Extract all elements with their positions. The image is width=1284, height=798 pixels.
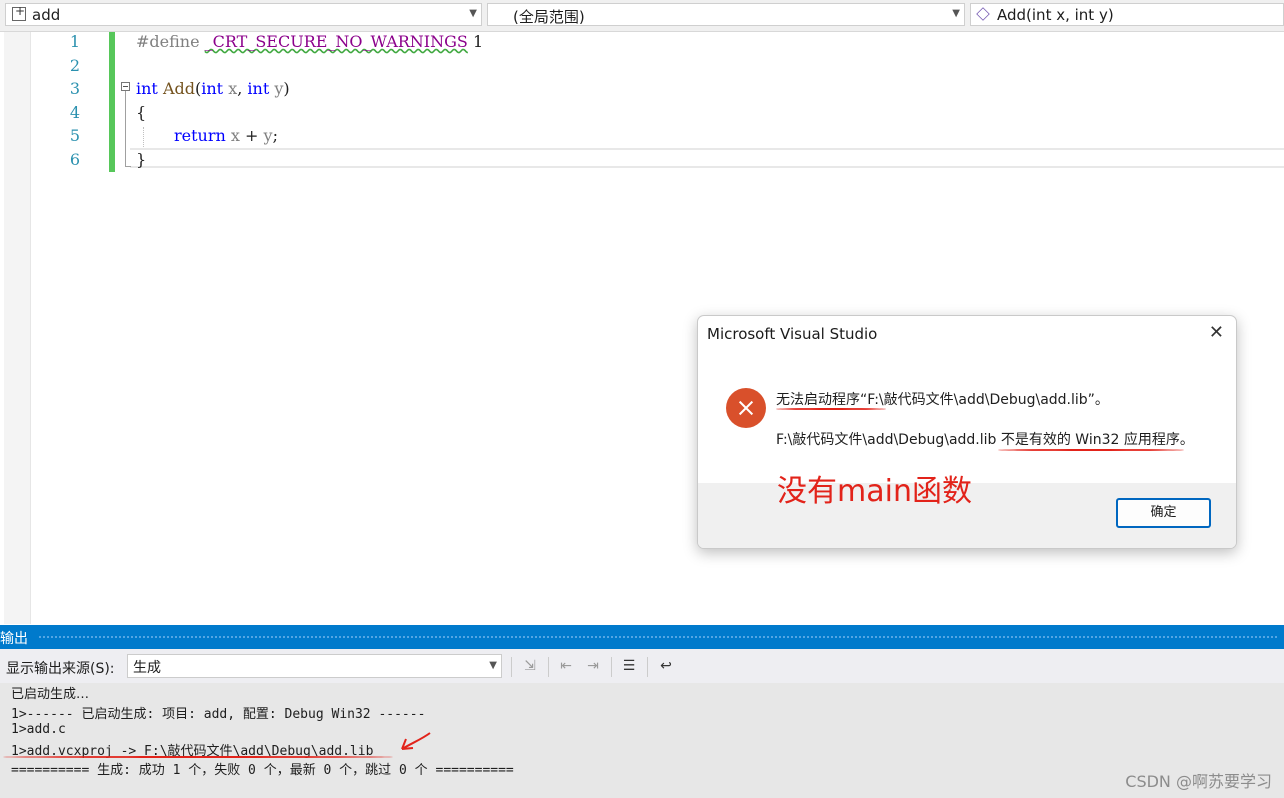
- code-line-6: }: [136, 150, 147, 169]
- find-message-icon[interactable]: ⇲: [521, 657, 539, 675]
- output-line: 1>add.c: [11, 722, 66, 737]
- project-icon: [12, 4, 26, 21]
- project-dropdown[interactable]: add ▼: [5, 3, 482, 26]
- line-number: 4: [69, 103, 80, 122]
- member-dropdown[interactable]: Add(int x, int y): [970, 3, 1284, 26]
- outline-guide-end: [125, 166, 131, 167]
- error-icon: [726, 388, 766, 428]
- code-line-5: return x + y;: [174, 126, 278, 145]
- handwritten-annotation: 没有main函数: [777, 474, 972, 509]
- output-line: 已启动生成…: [11, 687, 90, 702]
- collapse-toggle-icon[interactable]: [121, 82, 130, 91]
- change-tracking-bar: [109, 32, 115, 172]
- scope-dropdown-value: (全局范围): [513, 8, 585, 26]
- annotation-underline: [3, 756, 393, 758]
- chevron-down-icon: ▼: [489, 660, 497, 671]
- scope-dropdown[interactable]: (全局范围) ▼: [487, 3, 965, 26]
- close-icon[interactable]: ✕: [1209, 322, 1224, 343]
- output-panel-title: 输出: [0, 631, 28, 647]
- annotation-underline: [998, 449, 1184, 451]
- annotation-arrow-icon: [401, 732, 431, 750]
- navigation-bar: add ▼ (全局范围) ▼ Add(int x, int y): [0, 0, 1284, 32]
- member-dropdown-value: Add(int x, int y): [997, 6, 1114, 24]
- output-line: 1>------ 已启动生成: 项目: add, 配置: Debug Win32…: [11, 707, 426, 722]
- word-wrap-icon[interactable]: ↩: [657, 657, 675, 675]
- toolbar-separator: [511, 657, 512, 677]
- current-line-highlight: [130, 148, 1284, 168]
- line-number: 5: [69, 126, 80, 145]
- code-line-4: {: [136, 103, 147, 122]
- output-line: ========== 生成: 成功 1 个，失败 0 个，最新 0 个，跳过 0…: [11, 763, 514, 778]
- output-panel-header: 输出: [0, 625, 1284, 649]
- code-line-1: #define _CRT_SECURE_NO_WARNINGS 1: [136, 32, 484, 51]
- next-message-icon[interactable]: ⇥: [584, 657, 602, 675]
- clear-all-icon[interactable]: ☰: [620, 657, 638, 675]
- code-line-3: int Add(int x, int y): [136, 79, 290, 98]
- toolbar-separator: [647, 657, 648, 677]
- output-toolbar: 显示输出来源(S): 生成 ▼ ⇲ ⇤ ⇥ ☰ ↩: [0, 649, 1284, 683]
- line-number: 3: [69, 79, 80, 98]
- chevron-down-icon: ▼: [469, 8, 477, 19]
- editor-margin: [4, 32, 31, 624]
- watermark: CSDN @啊苏要学习: [1125, 772, 1272, 791]
- method-icon: [976, 7, 990, 21]
- output-text-area[interactable]: 已启动生成… 1>------ 已启动生成: 项目: add, 配置: Debu…: [0, 683, 1284, 798]
- outline-guide: [125, 91, 126, 166]
- toolbar-separator: [548, 657, 549, 677]
- output-source-dropdown[interactable]: 生成 ▼: [127, 654, 502, 678]
- previous-message-icon[interactable]: ⇤: [557, 657, 575, 675]
- line-number: 1: [69, 32, 80, 51]
- dialog-title: Microsoft Visual Studio: [707, 325, 878, 343]
- output-source-value: 生成: [133, 660, 161, 676]
- line-number: 2: [69, 56, 80, 75]
- output-source-label: 显示输出来源(S):: [6, 661, 115, 677]
- line-number: 6: [69, 150, 80, 169]
- dialog-message-secondary: F:\敲代码文件\add\Debug\add.lib 不是有效的 Win32 应…: [776, 432, 1194, 448]
- toolbar-separator: [611, 657, 612, 677]
- error-dialog: Microsoft Visual Studio ✕ 无法启动程序“F:\敲代码文…: [697, 315, 1237, 549]
- annotation-underline: [776, 408, 886, 410]
- panel-grip[interactable]: [38, 635, 1278, 639]
- dialog-message-primary: 无法启动程序“F:\敲代码文件\add\Debug\add.lib”。: [776, 392, 1109, 408]
- chevron-down-icon: ▼: [952, 8, 960, 19]
- project-dropdown-value: add: [32, 6, 61, 24]
- indent-guide: [143, 127, 144, 147]
- ok-button[interactable]: 确定: [1116, 498, 1211, 528]
